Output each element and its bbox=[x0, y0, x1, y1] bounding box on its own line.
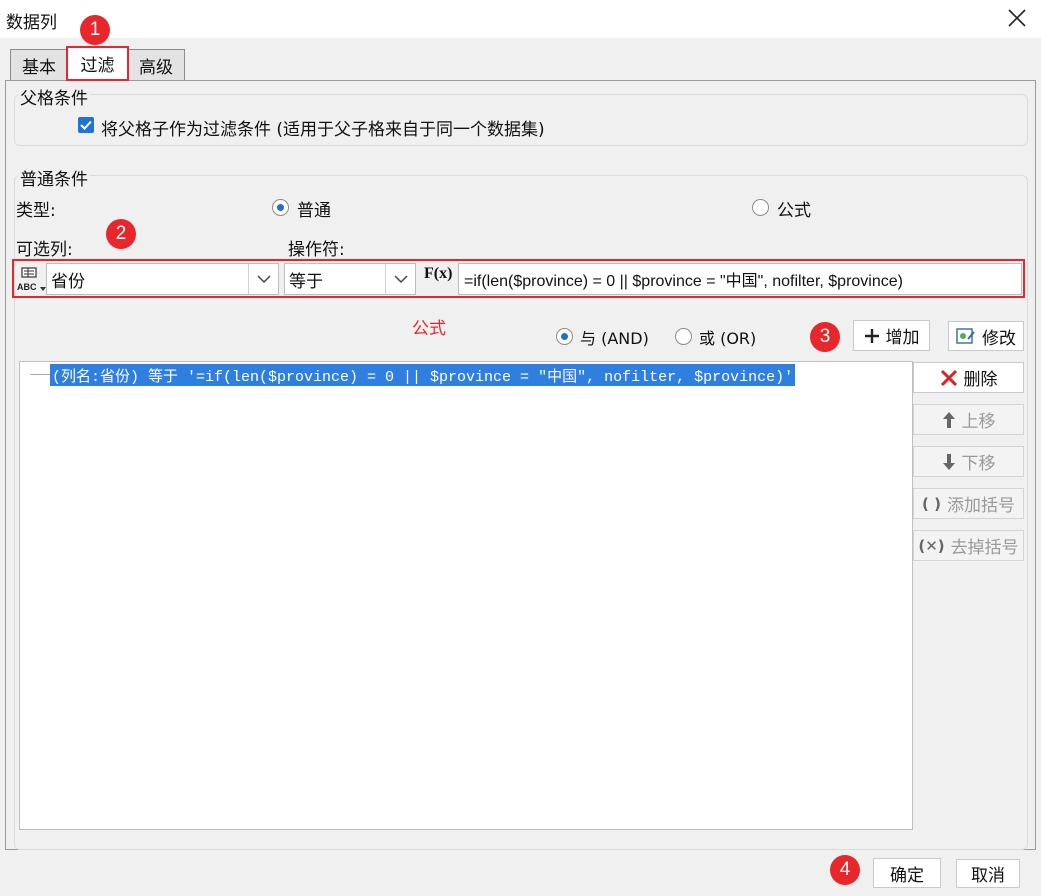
chevron-down-icon[interactable] bbox=[248, 264, 278, 294]
operator-select-value: 等于 bbox=[289, 271, 323, 292]
cancel-button[interactable]: 取消 bbox=[956, 859, 1020, 888]
edit-icon bbox=[956, 328, 975, 344]
type-label: 类型: bbox=[16, 201, 56, 221]
operator-label: 操作符: bbox=[288, 240, 345, 260]
tree-line bbox=[30, 374, 50, 375]
annotation-badge-1: 1 bbox=[80, 15, 110, 45]
condition-list-item[interactable]: (列名:省份) 等于 '=if(len($province) = 0 || $p… bbox=[50, 364, 796, 386]
move-down-button-label: 下移 bbox=[961, 454, 996, 474]
column-select[interactable]: 省份 bbox=[46, 263, 279, 295]
modify-button[interactable]: 修改 bbox=[948, 321, 1024, 351]
annotation-badge-3: 3 bbox=[810, 322, 840, 352]
type-normal-label: 普通 bbox=[297, 201, 331, 221]
formula-annotation: 公式 bbox=[412, 319, 446, 339]
remove-bracket-button-label: 去掉括号 bbox=[950, 538, 1019, 558]
logic-or-radio[interactable] bbox=[675, 328, 692, 345]
close-icon[interactable] bbox=[1005, 6, 1029, 30]
tab-basic[interactable]: 基本 bbox=[10, 49, 68, 80]
svg-text:ABC: ABC bbox=[17, 282, 37, 292]
type-normal-radio[interactable] bbox=[272, 199, 289, 216]
logic-and-label: 与 (AND) bbox=[580, 329, 649, 348]
annotation-badge-2: 2 bbox=[106, 219, 136, 249]
ok-button-label: 确定 bbox=[890, 865, 924, 886]
modify-button-label: 修改 bbox=[982, 328, 1016, 349]
cancel-button-label: 取消 bbox=[971, 866, 1005, 886]
add-bracket-button-label: 添加括号 bbox=[946, 496, 1015, 516]
window-title: 数据列 bbox=[6, 13, 57, 33]
plus-icon bbox=[864, 328, 879, 343]
tab-advanced[interactable]: 高级 bbox=[127, 49, 185, 80]
add-button[interactable]: 增加 bbox=[853, 320, 930, 351]
remove-bracket-button[interactable]: (✕) 去掉括号 bbox=[913, 530, 1024, 561]
logic-and-radio[interactable] bbox=[556, 328, 573, 345]
type-formula-radio[interactable] bbox=[752, 199, 769, 216]
parent-filter-checkbox[interactable] bbox=[78, 117, 94, 133]
move-up-button-label: 上移 bbox=[961, 412, 996, 432]
parent-filter-label: 将父格子作为过滤条件 (适用于父子格来自于同一个数据集) bbox=[101, 120, 545, 140]
check-icon bbox=[80, 120, 92, 130]
remove-bracket-icon: (✕) bbox=[918, 536, 945, 555]
move-up-button[interactable]: 上移 bbox=[913, 404, 1024, 435]
ok-button[interactable]: 确定 bbox=[873, 858, 941, 888]
bracket-icon: ( ) bbox=[922, 494, 941, 513]
column-select-value: 省份 bbox=[51, 271, 85, 292]
arrow-up-icon bbox=[942, 411, 955, 428]
normal-condition-legend: 普通条件 bbox=[18, 165, 90, 190]
condition-list[interactable] bbox=[19, 361, 913, 830]
parent-condition-legend: 父格条件 bbox=[18, 84, 90, 109]
column-type-icon[interactable]: ABC bbox=[16, 266, 46, 294]
delete-x-icon bbox=[940, 369, 957, 386]
formula-input-value: =if(len($province) = 0 || $province = "中… bbox=[464, 273, 903, 290]
delete-button[interactable]: 删除 bbox=[913, 362, 1024, 393]
chevron-down-icon[interactable] bbox=[385, 264, 415, 294]
type-formula-label: 公式 bbox=[777, 201, 811, 221]
title-bar bbox=[0, 0, 1041, 38]
add-button-label: 增加 bbox=[885, 328, 920, 348]
tab-filter[interactable]: 过滤 bbox=[66, 46, 129, 81]
column-label: 可选列: bbox=[16, 240, 73, 260]
operator-select[interactable]: 等于 bbox=[284, 263, 416, 295]
arrow-down-icon bbox=[942, 453, 955, 470]
annotation-badge-4: 4 bbox=[830, 855, 860, 885]
logic-or-label: 或 (OR) bbox=[699, 329, 757, 348]
formula-input[interactable]: =if(len($province) = 0 || $province = "中… bbox=[458, 263, 1022, 295]
move-down-button[interactable]: 下移 bbox=[913, 446, 1024, 477]
formula-icon: F(x) bbox=[424, 265, 453, 282]
delete-button-label: 删除 bbox=[963, 370, 998, 390]
add-bracket-button[interactable]: ( ) 添加括号 bbox=[913, 488, 1024, 519]
formula-editor-button[interactable]: F(x) bbox=[424, 265, 454, 293]
